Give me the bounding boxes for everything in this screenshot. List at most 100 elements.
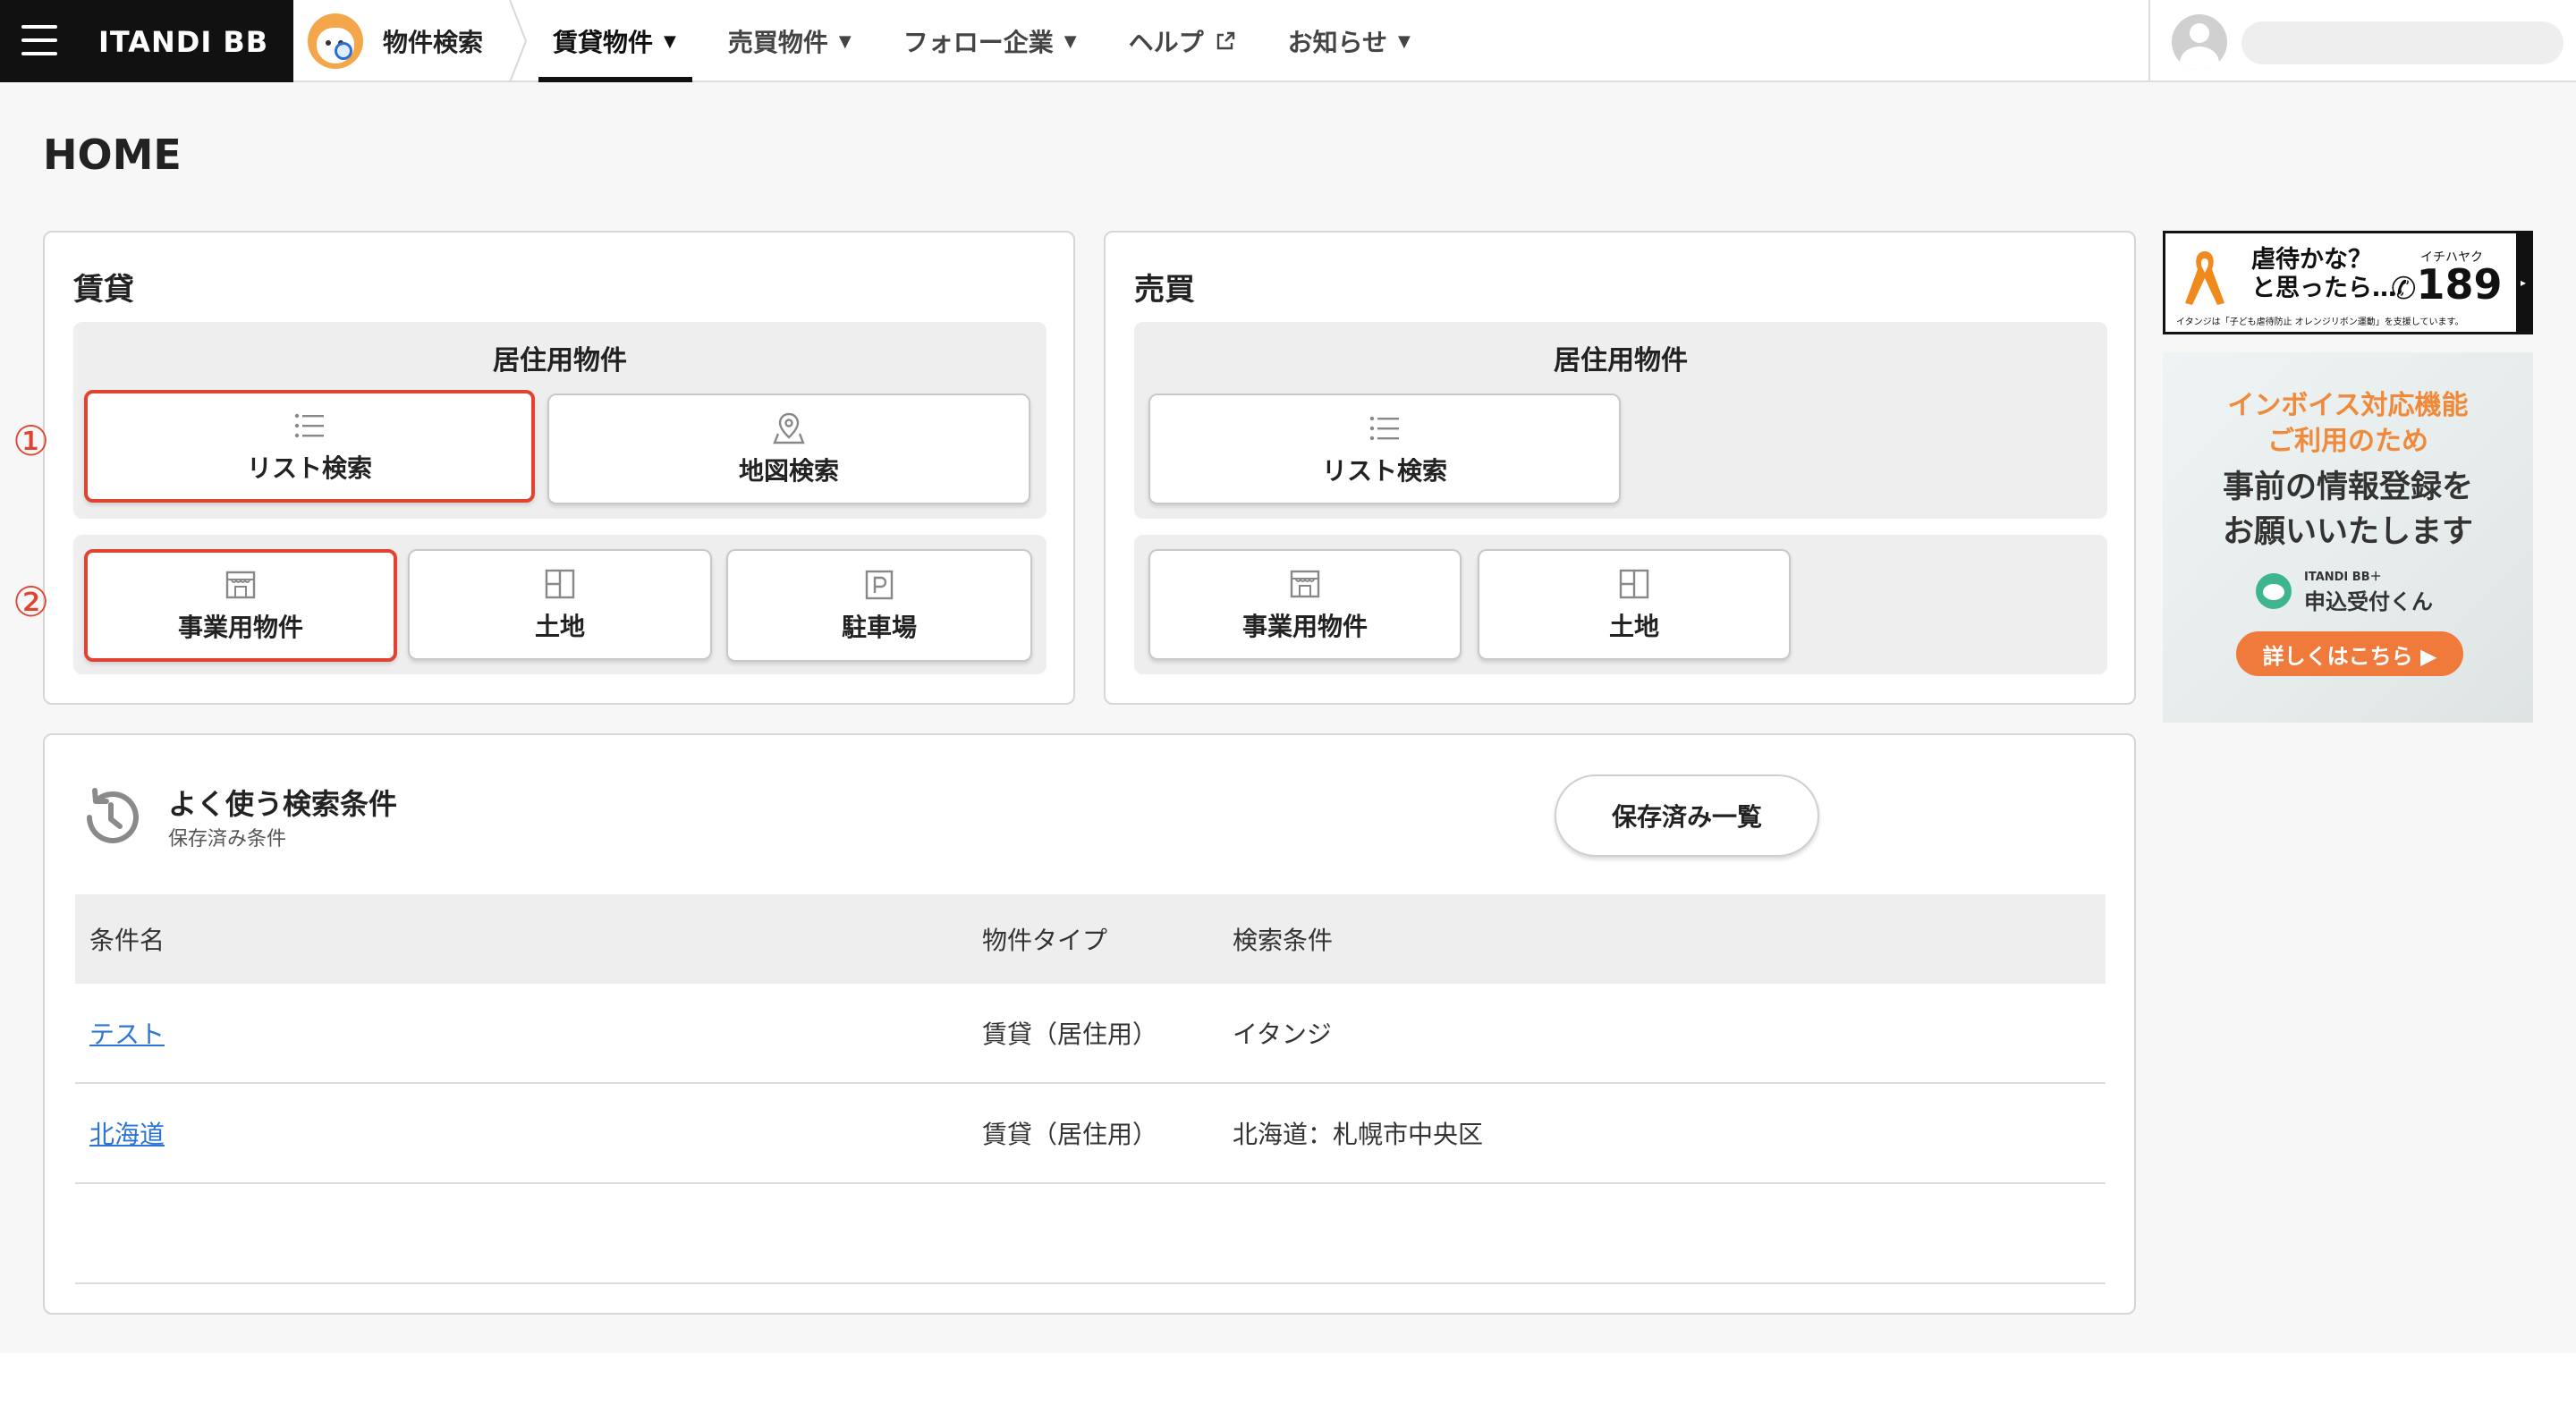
banner1-number-text: 189 <box>2416 260 2503 309</box>
saved-searches-subtitle: 保存済み条件 <box>168 828 287 850</box>
sale-residential-group: 居住用物件 リスト検索 <box>1134 322 2107 519</box>
banner2-brand-small: ITANDI BB＋ <box>2304 571 2382 584</box>
nav-follow-label: フォロー企業 <box>902 28 1054 57</box>
sale-residential-title: 居住用物件 <box>1554 345 1688 377</box>
nav-rent-label: 賃貸物件 <box>553 28 654 57</box>
nav-sale-label: 売買物件 <box>727 28 828 57</box>
store-icon <box>225 571 256 599</box>
annotation-marker-2: ② <box>13 578 50 626</box>
banner2-line1: インボイス対応機能 <box>2227 390 2469 421</box>
banner2-heading: インボイス対応機能 ご利用のため <box>2163 388 2533 460</box>
app-label: 物件検索 <box>383 28 484 57</box>
child-abuse-hotline-banner[interactable]: 虐待かな？ と思ったら… イチハヤク ✆189 イタンジは「子ども虐待防止 オレ… <box>2163 231 2533 334</box>
banner1-footnote: イタンジは「子ども虐待防止 オレンジリボン運動」を支援しています。 <box>2176 317 2464 327</box>
list-icon <box>1369 416 1399 441</box>
orange-ribbon-icon <box>2185 251 2224 305</box>
nav-follow[interactable]: フォロー企業 ▼ <box>887 0 1093 82</box>
sale-list-search-label: リスト検索 <box>1321 456 1447 486</box>
banner2-line2: ご利用のため <box>2267 426 2428 457</box>
brand-logo[interactable]: ITANDI BB <box>98 25 268 59</box>
nav-help[interactable]: ヘルプ <box>1113 0 1252 82</box>
table-row-empty <box>75 1184 2106 1284</box>
user-menu[interactable] <box>2148 0 2576 82</box>
store-icon <box>1290 570 1320 598</box>
banner2-brand: ITANDI BB＋ 申込受付くん <box>2256 567 2433 615</box>
external-link-icon <box>1216 31 1234 50</box>
user-name-placeholder <box>2241 21 2563 64</box>
mascot-logo-icon <box>2256 573 2292 609</box>
banner1-line2: と思ったら… <box>2251 275 2396 302</box>
column-header-name: 条件名 <box>89 926 165 955</box>
invoice-info-banner[interactable]: インボイス対応機能 ご利用のため 事前の情報登録を お願いいたします ITAND… <box>2163 352 2533 723</box>
banner2-main-text: 事前の情報登録を お願いいたします <box>2163 465 2533 554</box>
saved-search-link[interactable]: テスト <box>89 1015 165 1051</box>
user-avatar-icon[interactable] <box>2172 14 2227 70</box>
sale-land-button[interactable]: 土地 <box>1478 549 1791 660</box>
chevron-down-icon: ▼ <box>664 31 676 51</box>
condition-cell: 北海道：札幌市中央区 <box>1233 1120 1484 1149</box>
app-switcher[interactable]: 物件検索 <box>308 13 484 69</box>
banner1-line1: 虐待かな？ <box>2251 246 2372 274</box>
nav-news[interactable]: お知らせ ▼ <box>1272 0 1427 82</box>
chevron-down-icon: ▼ <box>1398 31 1411 51</box>
annotation-marker-1: ① <box>13 417 50 465</box>
saved-searches-table: 条件名 物件タイプ 検索条件 テスト 賃貸（居住用） イタンジ 北海道 賃貸（居… <box>75 894 2106 1284</box>
rent-card-title: 賃貸 <box>73 272 134 308</box>
rent-map-search-button[interactable]: 地図検索 <box>547 393 1030 504</box>
banner1-number: ✆189 <box>2391 260 2503 309</box>
parking-icon <box>865 570 894 600</box>
hamburger-menu-icon[interactable] <box>21 25 57 55</box>
map-pin-icon <box>773 412 805 444</box>
breadcrumb-chevron-icon <box>509 0 528 82</box>
sale-business-label: 事業用物件 <box>1241 612 1368 641</box>
app-mascot-icon <box>308 13 363 69</box>
nav-sale[interactable]: 売買物件 ▼ <box>712 0 868 82</box>
list-icon <box>294 413 324 438</box>
banner2-brand-big: 申込受付くん <box>2304 589 2433 614</box>
land-grid-icon <box>1619 569 1649 599</box>
table-row: 北海道 賃貸（居住用） 北海道：札幌市中央区 <box>75 1084 2106 1184</box>
rent-business-label: 事業用物件 <box>177 613 303 642</box>
banner1-text: 虐待かな？ と思ったら… <box>2251 246 2396 303</box>
sale-list-search-button[interactable]: リスト検索 <box>1148 393 1621 504</box>
saved-list-button[interactable]: 保存済み一覧 <box>1555 774 1819 857</box>
rent-list-search-label: リスト検索 <box>246 453 372 483</box>
banner2-main1: 事前の情報登録を <box>2222 470 2473 505</box>
sale-other-group: 事業用物件 土地 <box>1134 535 2107 674</box>
phone-icon: ✆ <box>2391 271 2417 307</box>
saved-searches-card: よく使う検索条件 保存済み条件 保存済み一覧 条件名 物件タイプ 検索条件 テス… <box>43 733 2136 1315</box>
banner2-cta-button[interactable]: 詳しくはこちら ▶ <box>2236 631 2463 676</box>
rent-land-label: 土地 <box>534 612 585 641</box>
property-type-cell: 賃貸（居住用） <box>982 1120 1158 1149</box>
rent-map-search-label: 地図検索 <box>738 456 839 486</box>
history-icon <box>87 788 139 843</box>
main-nav: 賃貸物件 ▼ 売買物件 ▼ フォロー企業 ▼ ヘルプ お知らせ ▼ <box>537 0 1446 82</box>
rent-residential-title: 居住用物件 <box>493 345 627 377</box>
column-header-condition: 検索条件 <box>1233 926 1334 955</box>
rent-other-group: 事業用物件 土地 駐車場 <box>73 535 1046 674</box>
nav-rent[interactable]: 賃貸物件 ▼ <box>537 0 692 82</box>
rent-residential-group: 居住用物件 リスト検索 地図検索 <box>73 322 1046 519</box>
page-title: HOME <box>43 131 182 179</box>
sale-land-label: 土地 <box>1608 612 1659 641</box>
sale-card: 売買 居住用物件 リスト検索 事業用物件 土地 <box>1104 231 2136 705</box>
saved-search-link[interactable]: 北海道 <box>89 1115 165 1151</box>
rent-parking-label: 駐車場 <box>841 613 917 642</box>
rent-business-button[interactable]: 事業用物件 <box>84 549 397 662</box>
top-navigation-bar: ITANDI BB 物件検索 賃貸物件 ▼ 売買物件 ▼ フォロー企業 ▼ ヘル… <box>0 0 2576 82</box>
table-row: テスト 賃貸（居住用） イタンジ <box>75 984 2106 1084</box>
condition-cell: イタンジ <box>1233 1020 1332 1049</box>
rent-list-search-button[interactable]: リスト検索 <box>84 390 535 503</box>
table-header: 条件名 物件タイプ 検索条件 <box>75 894 2106 984</box>
nav-help-label: ヘルプ <box>1128 28 1204 57</box>
chevron-down-icon: ▼ <box>1063 31 1077 51</box>
banner2-main2: お願いいたします <box>2222 514 2473 550</box>
column-header-type: 物件タイプ <box>982 926 1108 955</box>
chevron-down-icon: ▼ <box>838 31 852 51</box>
rent-land-button[interactable]: 土地 <box>408 549 712 660</box>
rent-parking-button[interactable]: 駐車場 <box>726 549 1032 662</box>
property-type-cell: 賃貸（居住用） <box>982 1020 1158 1049</box>
sale-business-button[interactable]: 事業用物件 <box>1148 549 1462 660</box>
chevron-right-icon: ▸ <box>2516 233 2530 332</box>
land-grid-icon <box>545 569 575 599</box>
